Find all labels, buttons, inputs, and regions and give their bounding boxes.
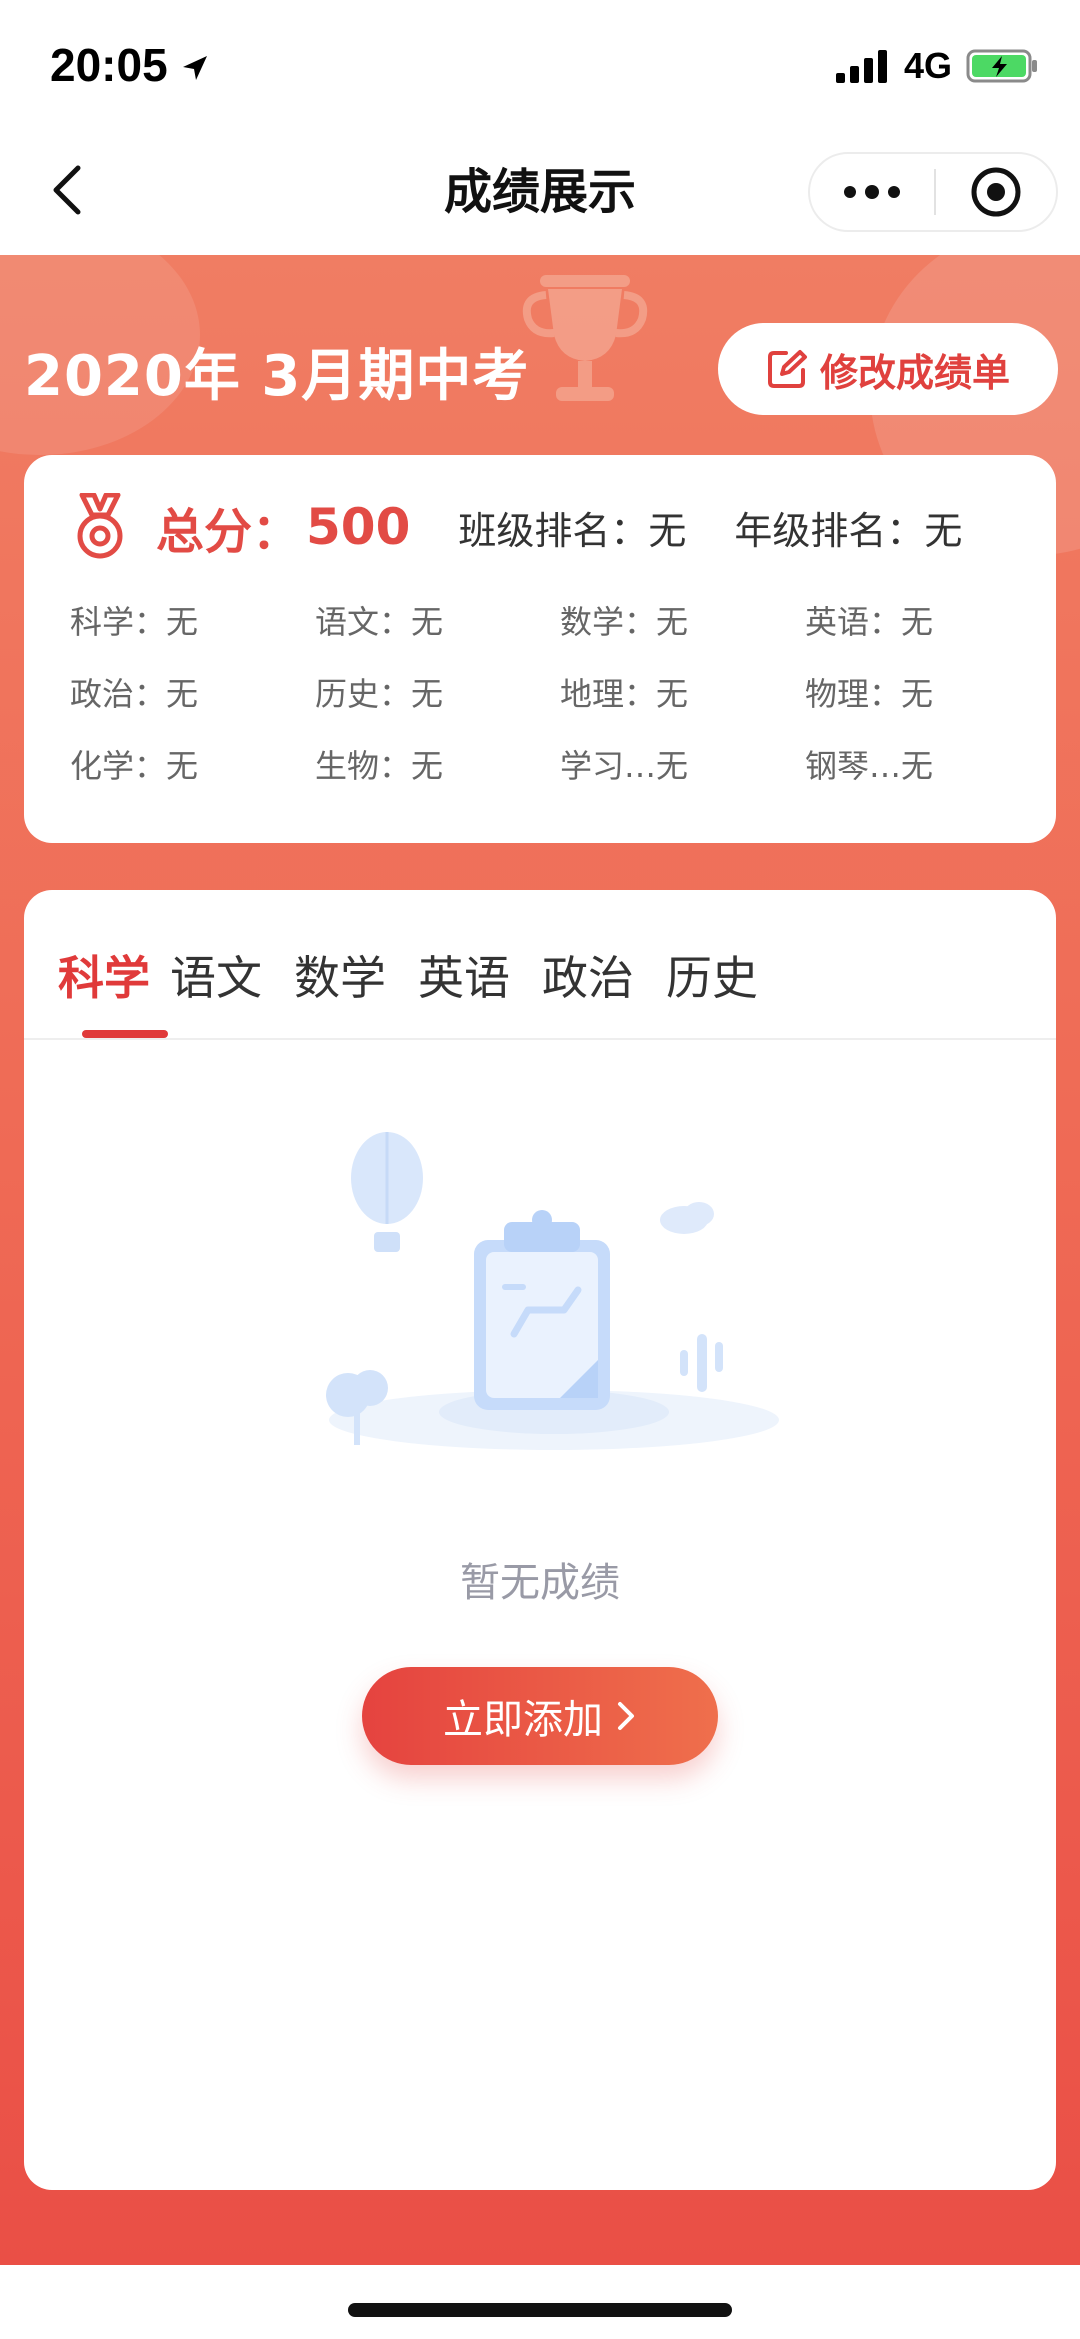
tab-politics[interactable]: 政治: [542, 942, 634, 1008]
empty-clipboard-illustration: [326, 1132, 779, 1450]
close-miniprogram-button[interactable]: [936, 154, 1056, 230]
subject-score: 英语：无: [805, 603, 934, 641]
subject-score: 语文：无: [315, 603, 444, 641]
tab-history[interactable]: 历史: [666, 942, 758, 1008]
active-tab-indicator: [82, 1030, 168, 1038]
subject-score: 学习…无: [560, 747, 689, 785]
status-time: 20:05: [50, 38, 210, 92]
empty-state-text: 暂无成绩: [460, 1560, 620, 1606]
score-stage: 2020年 3月期中考 修改成绩单 总分： 500 班级排名：无 年级排名：无 …: [0, 255, 1080, 2265]
target-icon: [971, 167, 1021, 217]
tab-math[interactable]: 数学: [294, 942, 386, 1008]
subject-score: 化学：无: [70, 747, 199, 785]
tab-chinese[interactable]: 语文: [170, 942, 262, 1008]
edit-scores-label: 修改成绩单: [819, 350, 1010, 395]
battery-charging-icon: [966, 49, 1037, 83]
tab-english[interactable]: 英语: [418, 942, 510, 1008]
time-text: 20:05: [50, 39, 168, 91]
subject-score: 生物：无: [315, 747, 444, 785]
signal-icon: [835, 50, 887, 83]
total-score-row: 总分： 500 班级排名：无 年级排名：无: [74, 487, 962, 567]
subject-score: 历史：无: [315, 675, 444, 713]
status-indicators: 4G: [835, 45, 1040, 86]
subject-score: 钢琴…无: [805, 747, 934, 785]
exam-title: 2020年 3月期中考: [24, 344, 530, 409]
subject-score: 物理：无: [805, 675, 934, 713]
subject-tabs: 科学 语文 数学 英语 政治 历史: [24, 890, 1056, 1040]
home-indicator-area: [0, 2265, 1080, 2339]
add-score-button[interactable]: 立即添加: [362, 1667, 718, 1765]
subject-score-grid: 科学：无 语文：无 数学：无 英语：无 政治：无 历史：无 地理：无 物理：无 …: [70, 603, 1030, 785]
class-rank: 班级排名：无: [458, 508, 687, 553]
grade-rank: 年级排名：无: [734, 508, 963, 553]
total-score-value: 500: [306, 498, 411, 556]
edit-icon: [767, 350, 807, 388]
location-arrow-icon: [183, 56, 208, 80]
subject-score: 数学：无: [560, 603, 689, 641]
home-indicator[interactable]: [348, 2303, 732, 2317]
medal-icon: [77, 493, 123, 559]
subject-detail-card: 科学 语文 数学 英语 政治 历史 暂无成绩 立即添加: [24, 890, 1056, 2190]
miniprogram-capsule: [808, 152, 1058, 232]
edit-scores-button[interactable]: 修改成绩单: [718, 323, 1058, 415]
subject-score: 政治：无: [70, 675, 199, 713]
subject-score: 科学：无: [70, 603, 199, 641]
navigation-bar: 成绩展示: [0, 130, 1080, 255]
total-score-label: 总分：: [156, 504, 301, 560]
add-score-label: 立即添加: [443, 1697, 603, 1743]
score-summary-card: 总分： 500 班级排名：无 年级排名：无 科学：无 语文：无 数学：无 英语：…: [24, 455, 1056, 843]
subject-score: 地理：无: [560, 675, 689, 713]
more-dots-icon: [844, 185, 900, 199]
tab-science[interactable]: 科学: [58, 942, 150, 1008]
network-type: 4G: [903, 45, 952, 86]
chevron-right-icon: [618, 1702, 634, 1730]
more-button[interactable]: [810, 154, 934, 230]
trophy-icon: [522, 275, 648, 401]
status-bar: 20:05 4G: [0, 0, 1080, 130]
